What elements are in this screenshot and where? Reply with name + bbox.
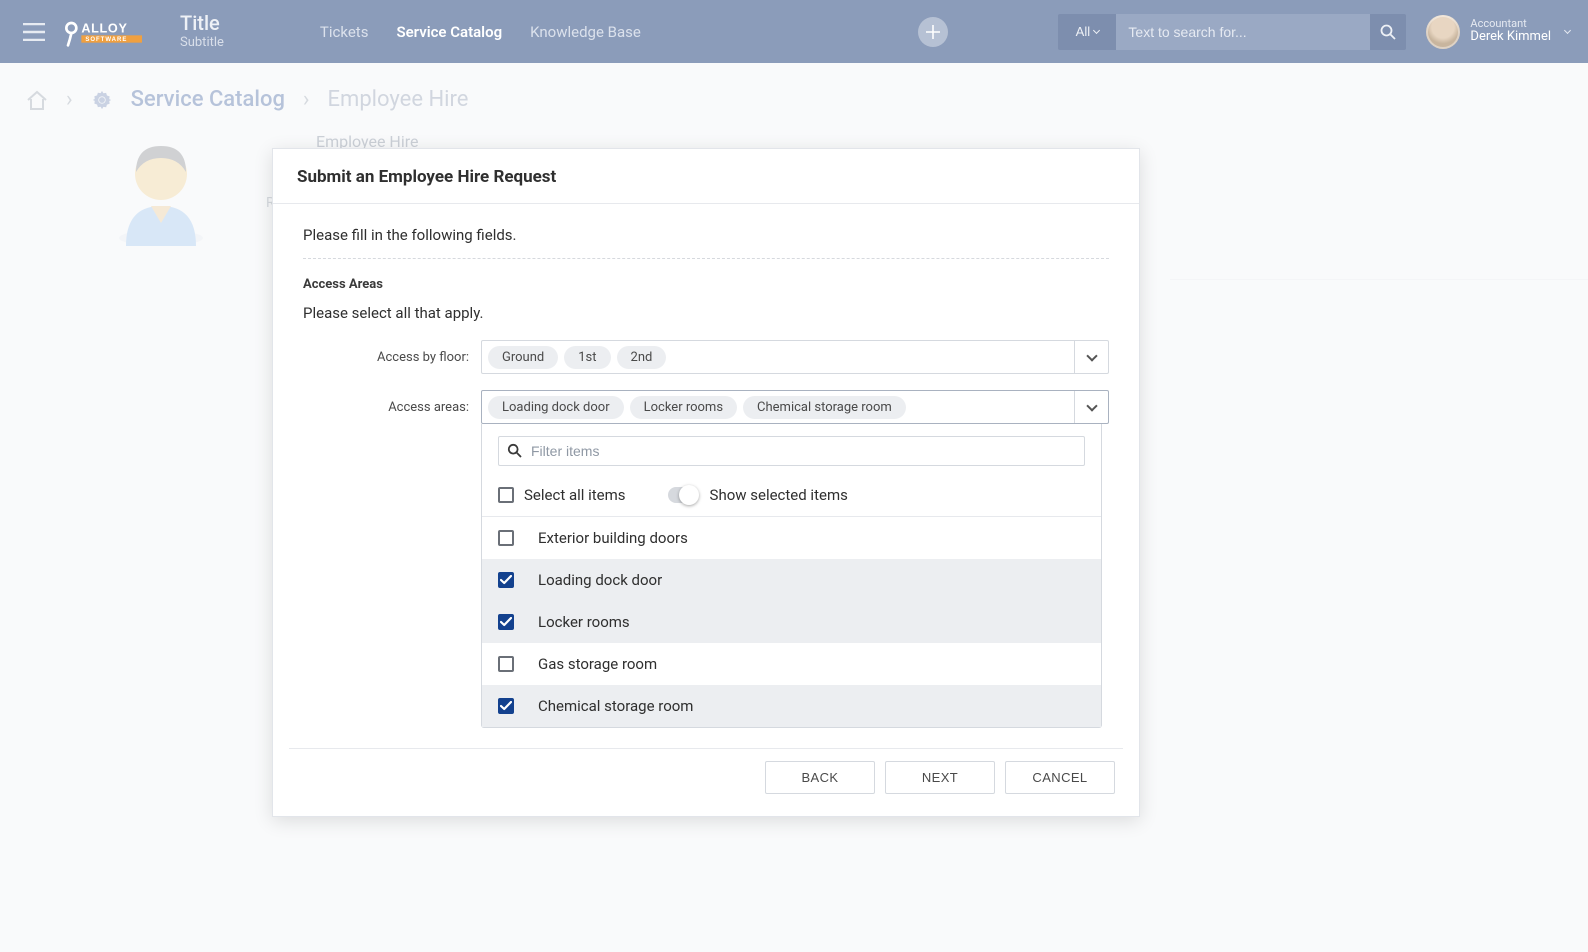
- modal-header: Submit an Employee Hire Request: [273, 149, 1139, 204]
- page: › Service Catalog › Employee Hire Employ…: [0, 63, 1588, 952]
- user-menu[interactable]: Accountant Derek Kimmel: [1426, 15, 1570, 49]
- hamburger-icon: [23, 23, 45, 41]
- modal-intro: Please fill in the following fields.: [303, 226, 1109, 244]
- search-input[interactable]: [1116, 14, 1370, 50]
- select-all-checkbox[interactable]: [498, 487, 514, 503]
- list-item[interactable]: Chemical storage room: [482, 685, 1101, 727]
- show-selected-toggle[interactable]: [668, 487, 698, 503]
- areas-multiselect[interactable]: Loading dock door Locker rooms Chemical …: [481, 390, 1109, 424]
- section-subtext: Please select all that apply.: [303, 304, 1109, 322]
- field-label: Access areas:: [303, 400, 481, 415]
- modal-title: Submit an Employee Hire Request: [297, 167, 1115, 187]
- checkbox[interactable]: [498, 530, 514, 546]
- search-icon: [1380, 24, 1396, 40]
- search-scope-label: All: [1076, 24, 1090, 39]
- list-item[interactable]: Loading dock door: [482, 559, 1101, 601]
- chip[interactable]: Locker rooms: [630, 396, 737, 419]
- dropdown-toggle[interactable]: [1074, 341, 1108, 373]
- avatar: [1426, 15, 1460, 49]
- floor-multiselect[interactable]: Ground 1st 2nd: [481, 340, 1109, 374]
- chip[interactable]: Loading dock door: [488, 396, 624, 419]
- chip[interactable]: 1st: [564, 346, 610, 369]
- plus-icon: [926, 25, 940, 39]
- svg-text:ALLOY: ALLOY: [81, 21, 127, 35]
- list-item-label: Exterior building doors: [538, 529, 688, 547]
- areas-dropdown: Select all items Show selected items Ext…: [481, 424, 1102, 728]
- dropdown-toggle[interactable]: [1074, 391, 1108, 423]
- app-subtitle: Subtitle: [180, 36, 224, 50]
- checkbox[interactable]: [498, 656, 514, 672]
- nav-tabs: Tickets Service Catalog Knowledge Base: [320, 23, 641, 41]
- list-item-label: Gas storage room: [538, 655, 657, 673]
- section-title: Access Areas: [303, 277, 1109, 292]
- search-group: All: [1058, 14, 1406, 50]
- list-item-label: Locker rooms: [538, 613, 630, 631]
- chip[interactable]: Chemical storage room: [743, 396, 906, 419]
- dropdown-toolbar: Select all items Show selected items: [482, 474, 1101, 516]
- dropdown-list[interactable]: Exterior building doors Loading dock door…: [482, 516, 1101, 727]
- title-block: Title Subtitle: [180, 12, 224, 50]
- list-item-label: Loading dock door: [538, 571, 662, 589]
- logo-icon: ALLOY SOFTWARE: [62, 15, 162, 49]
- tab-tickets[interactable]: Tickets: [320, 23, 369, 41]
- chevron-down-icon: [1086, 350, 1097, 361]
- dropdown-controls: [482, 424, 1101, 474]
- select-all-label: Select all items: [524, 486, 626, 504]
- back-button[interactable]: BACK: [765, 761, 875, 794]
- next-button[interactable]: NEXT: [885, 761, 995, 794]
- list-item-label: Chemical storage room: [538, 697, 693, 715]
- logo: ALLOY SOFTWARE: [62, 15, 162, 49]
- filter-input-wrap: [498, 436, 1085, 466]
- search-scope-dropdown[interactable]: All: [1058, 14, 1116, 50]
- user-name: Derek Kimmel: [1470, 30, 1551, 45]
- areas-chips: Loading dock door Locker rooms Chemical …: [482, 391, 1074, 423]
- tab-knowledge-base[interactable]: Knowledge Base: [530, 23, 641, 41]
- chevron-down-icon: [1564, 27, 1571, 34]
- modal-body: Please fill in the following fields. Acc…: [273, 204, 1139, 736]
- svg-text:SOFTWARE: SOFTWARE: [85, 37, 127, 43]
- list-item[interactable]: Gas storage room: [482, 643, 1101, 685]
- tab-service-catalog[interactable]: Service Catalog: [396, 23, 502, 41]
- field-access-by-floor: Access by floor: Ground 1st 2nd: [303, 340, 1109, 374]
- chip[interactable]: Ground: [488, 346, 558, 369]
- floor-chips: Ground 1st 2nd: [482, 341, 1074, 373]
- modal: Submit an Employee Hire Request Please f…: [272, 148, 1140, 817]
- checkbox[interactable]: [498, 572, 514, 588]
- filter-input[interactable]: [531, 443, 1076, 459]
- create-button[interactable]: [918, 17, 948, 47]
- list-item[interactable]: Exterior building doors: [482, 517, 1101, 559]
- chevron-down-icon: [1093, 27, 1100, 34]
- divider: [303, 258, 1109, 259]
- checkbox[interactable]: [498, 698, 514, 714]
- search-icon: [507, 443, 523, 459]
- chevron-down-icon: [1086, 400, 1097, 411]
- app-title: Title: [180, 12, 224, 34]
- modal-footer: BACK NEXT CANCEL: [273, 749, 1139, 816]
- topbar: ALLOY SOFTWARE Title Subtitle Tickets Se…: [0, 0, 1588, 63]
- chip[interactable]: 2nd: [617, 346, 667, 369]
- field-access-areas: Access areas: Loading dock door Locker r…: [303, 390, 1109, 424]
- show-selected-label: Show selected items: [710, 486, 848, 504]
- list-item[interactable]: Locker rooms: [482, 601, 1101, 643]
- field-label: Access by floor:: [303, 350, 481, 365]
- checkbox[interactable]: [498, 614, 514, 630]
- cancel-button[interactable]: CANCEL: [1005, 761, 1115, 794]
- hamburger-menu-button[interactable]: [16, 14, 52, 50]
- search-button[interactable]: [1370, 14, 1406, 50]
